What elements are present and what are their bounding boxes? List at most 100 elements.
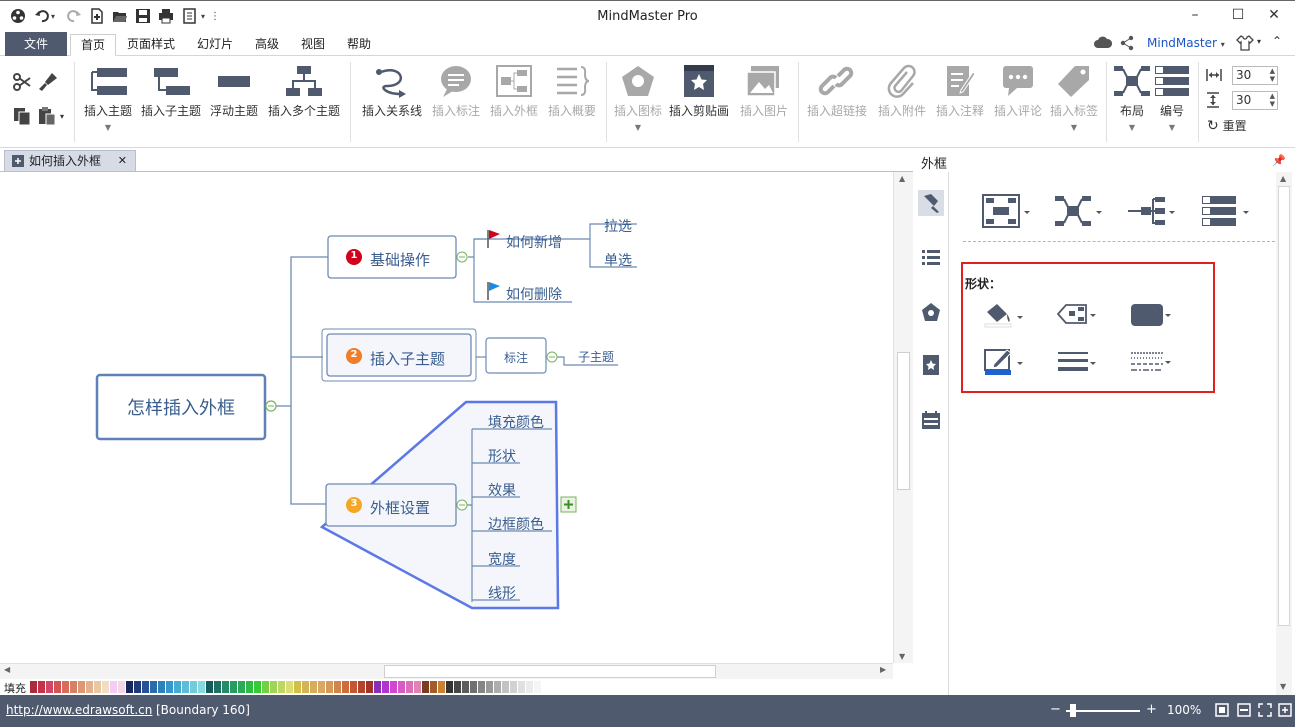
theme-dropdown-icon[interactable]: ▾ — [1257, 37, 1261, 46]
subtopic-single-select[interactable]: 单选 — [604, 250, 632, 270]
mindmap-canvas[interactable]: 怎样插入外框 1 基础操作 2 插入子主题 3 外框设置 如何新增 如何删除 拉… — [0, 172, 893, 663]
tab-page-style[interactable]: 页面样式 — [122, 34, 180, 56]
website-link[interactable]: http://www.edrawsoft.cn — [6, 703, 152, 717]
color-swatch[interactable] — [526, 681, 533, 693]
border-color-button[interactable] — [983, 348, 1027, 379]
color-swatch[interactable] — [30, 681, 37, 693]
format-brush-tab[interactable] — [918, 190, 944, 216]
color-swatch[interactable] — [422, 681, 429, 693]
panel-scrollbar[interactable]: ▲ ▼ — [1276, 172, 1292, 695]
color-swatch[interactable] — [518, 681, 525, 693]
boundary-layout-option-1[interactable] — [982, 194, 1030, 231]
color-swatch[interactable] — [246, 681, 253, 693]
subtopic-line-style[interactable]: 线形 — [488, 583, 516, 603]
color-swatch[interactable] — [70, 681, 77, 693]
color-swatch[interactable] — [110, 681, 117, 693]
color-swatch[interactable] — [366, 681, 373, 693]
scroll-right-icon[interactable]: ▶ — [880, 665, 886, 674]
color-swatch[interactable] — [198, 681, 205, 693]
zoom-in-button[interactable]: + — [1146, 702, 1157, 717]
color-swatch[interactable] — [214, 681, 221, 693]
color-swatch[interactable] — [326, 681, 333, 693]
paste-dropdown-icon[interactable]: ▾ — [60, 112, 64, 121]
subtopic-child[interactable]: 子主题 — [578, 348, 614, 365]
color-swatch[interactable] — [382, 681, 389, 693]
tab-slideshow[interactable]: 幻灯片 — [192, 34, 238, 56]
color-swatch[interactable] — [350, 681, 357, 693]
format-painter-icon[interactable] — [38, 72, 58, 95]
insert-callout-button[interactable]: 插入标注 — [430, 64, 482, 119]
color-swatch[interactable] — [446, 681, 453, 693]
share-icon[interactable] — [1120, 35, 1134, 54]
panel-scroll-up-icon[interactable]: ▲ — [1280, 174, 1286, 183]
account-menu[interactable]: MindMaster ▾ — [1147, 36, 1225, 50]
color-swatch[interactable] — [126, 681, 133, 693]
document-tab[interactable]: 如何插入外框 ✕ — [4, 150, 136, 172]
zoom-out-button[interactable]: − — [1050, 702, 1061, 717]
color-swatch[interactable] — [262, 681, 269, 693]
paste-icon[interactable] — [38, 106, 60, 129]
insert-topic-button[interactable]: 插入主题 ▼ — [82, 64, 134, 132]
scroll-left-icon[interactable]: ◀ — [4, 665, 10, 674]
line-style-button[interactable] — [1129, 348, 1173, 379]
boundary-layout-option-2[interactable] — [1054, 194, 1102, 231]
color-swatch[interactable] — [510, 681, 517, 693]
color-swatch[interactable] — [254, 681, 261, 693]
clipart-tab[interactable] — [918, 352, 944, 378]
task-tab[interactable] — [918, 407, 944, 433]
insert-comment-button[interactable]: 插入评论 — [992, 64, 1044, 119]
color-swatch[interactable] — [374, 681, 381, 693]
color-swatch[interactable] — [358, 681, 365, 693]
color-swatch[interactable] — [182, 681, 189, 693]
panel-scroll-down-icon[interactable]: ▼ — [1280, 682, 1286, 691]
layout-button[interactable]: 布局 ▼ — [1112, 64, 1152, 132]
color-swatch[interactable] — [38, 681, 45, 693]
color-swatch[interactable] — [62, 681, 69, 693]
subtopic-drag-select[interactable]: 拉选 — [604, 216, 632, 236]
boundary-layout-option-3[interactable] — [1127, 194, 1175, 231]
numbering-button[interactable]: 编号 ▼ — [1152, 64, 1192, 132]
color-swatch[interactable] — [54, 681, 61, 693]
color-swatch[interactable] — [174, 681, 181, 693]
color-swatch[interactable] — [150, 681, 157, 693]
insert-multiple-topics-button[interactable]: 插入多个主题 — [266, 64, 342, 119]
subtopic-border-color[interactable]: 边框颜色 — [488, 514, 544, 534]
icon-library-tab[interactable] — [918, 299, 944, 325]
color-swatch[interactable] — [118, 681, 125, 693]
vertical-spacing-input[interactable]: 30 ▲ ▼ — [1232, 91, 1278, 110]
color-swatch[interactable] — [502, 681, 509, 693]
color-swatch[interactable] — [270, 681, 277, 693]
minimize-button[interactable]: – — [1180, 7, 1210, 23]
maximize-button[interactable]: ☐ — [1223, 7, 1253, 23]
color-swatch[interactable] — [302, 681, 309, 693]
line-width-button[interactable] — [1056, 348, 1100, 379]
horizontal-scrollbar[interactable]: ◀ ▶ — [0, 663, 893, 679]
color-swatch[interactable] — [390, 681, 397, 693]
color-swatches[interactable] — [30, 681, 542, 695]
subtopic-delete[interactable]: 如何删除 — [506, 284, 562, 304]
boundary-layout-option-4[interactable] — [1201, 194, 1249, 231]
numbering-dropdown-icon[interactable]: ▼ — [1152, 123, 1192, 132]
color-swatch[interactable] — [398, 681, 405, 693]
color-swatch[interactable] — [102, 681, 109, 693]
subtopic-width[interactable]: 宽度 — [488, 549, 516, 569]
color-swatch[interactable] — [334, 681, 341, 693]
color-swatch[interactable] — [206, 681, 213, 693]
pin-panel-icon[interactable]: 📌 — [1272, 154, 1286, 167]
fullscreen-icon[interactable] — [1258, 703, 1272, 720]
insert-summary-button[interactable]: 插入概要 — [546, 64, 598, 119]
document-tab-close-icon[interactable]: ✕ — [118, 151, 127, 171]
color-swatch[interactable] — [310, 681, 317, 693]
panel-scroll-thumb[interactable] — [1278, 186, 1290, 626]
insert-tag-button[interactable]: 插入标签 ▼ — [1048, 64, 1100, 132]
insert-subtopic-button[interactable]: 插入子主题 — [139, 64, 203, 119]
theme-shirt-icon[interactable] — [1236, 34, 1254, 55]
color-swatch[interactable] — [166, 681, 173, 693]
close-button[interactable]: ✕ — [1259, 7, 1289, 23]
subtopic-add[interactable]: 如何新增 — [506, 232, 562, 252]
zoom-slider-thumb[interactable] — [1070, 704, 1076, 717]
color-swatch[interactable] — [454, 681, 461, 693]
insert-topic-dropdown-icon[interactable]: ▼ — [82, 123, 134, 132]
insert-clipart-button[interactable]: 插入剪贴画 — [668, 64, 730, 119]
horizontal-scroll-thumb[interactable] — [384, 665, 716, 678]
